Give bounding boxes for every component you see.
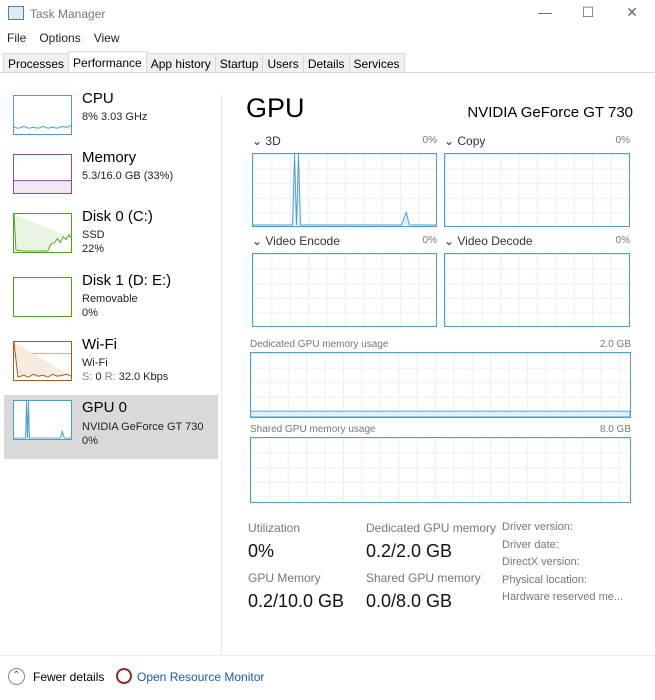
- receive-value: 32.0 Kbps: [118, 371, 169, 383]
- engine-label: Video Encode: [265, 234, 340, 248]
- gpu-memory-value: 0.2/10.0 GB: [248, 591, 345, 611]
- chevron-down-icon: ⌄: [444, 134, 458, 148]
- shared-memory-max: 8.0 GB: [599, 424, 631, 435]
- engine-copy-graph: [444, 153, 630, 227]
- physical-location-label: Physical location:: [502, 574, 587, 586]
- divider: [221, 95, 222, 655]
- dedicated-memory-graph: [250, 352, 631, 418]
- shared-memory-label: Shared GPU memory usage: [250, 424, 376, 435]
- divider: [0, 655, 655, 656]
- sidebar-item-gpu0[interactable]: GPU 0 NVIDIA GeForce GT 730 0%: [4, 395, 218, 459]
- sidebar-item-label: Wi-Fi: [82, 336, 117, 353]
- engine-video-decode-header[interactable]: ⌄ Video Decode 0%: [444, 234, 630, 248]
- dedicated-label: Dedicated GPU memory: [366, 521, 497, 535]
- sidebar-item-label: GPU 0: [82, 399, 128, 416]
- utilization-label: Utilization: [248, 521, 301, 535]
- engine-copy-header[interactable]: ⌄ Copy 0%: [444, 134, 630, 148]
- chevron-up-icon[interactable]: ⌃: [8, 668, 25, 685]
- sidebar-item-usage: 0%: [82, 307, 98, 319]
- task-manager-icon: [8, 6, 24, 20]
- sidebar-item-model: NVIDIA GeForce GT 730: [82, 421, 204, 433]
- engine-video-decode-graph: [444, 253, 630, 327]
- disk1-thumbnail-graph: [13, 277, 72, 317]
- open-resource-monitor-link[interactable]: Open Resource Monitor: [137, 670, 264, 684]
- sidebar-item-cpu[interactable]: CPU 8% 3.03 GHz: [4, 90, 218, 154]
- engine-pct: 0%: [422, 135, 437, 146]
- gpu-thumbnail-graph: [13, 400, 72, 440]
- sidebar-item-adapter: Wi-Fi: [82, 357, 108, 369]
- sidebar-item-disk1[interactable]: Disk 1 (D: E:) Removable 0%: [4, 272, 218, 336]
- menu-options[interactable]: Options: [39, 31, 80, 45]
- engine-video-encode-graph: [252, 253, 437, 327]
- sidebar-item-throughput: S: 0 R: 32.0 Kbps: [82, 371, 168, 383]
- sidebar-item-usage: 0%: [82, 435, 98, 447]
- wifi-thumbnail-graph: [13, 341, 72, 381]
- sidebar-item-type: SSD: [82, 229, 105, 241]
- engine-pct: 0%: [615, 235, 630, 246]
- menu-view[interactable]: View: [94, 31, 120, 45]
- hardware-reserved-label: Hardware reserved me...: [502, 591, 624, 603]
- sidebar-item-label: Memory: [82, 149, 137, 166]
- sidebar-item-disk0[interactable]: Disk 0 (C:) SSD 22%: [4, 208, 218, 272]
- sidebar-item-label: Disk 0 (C:): [82, 208, 153, 225]
- sidebar-item-detail: 8% 3.03 GHz: [82, 111, 148, 123]
- divider: [0, 72, 655, 73]
- directx-version-label: DirectX version:: [502, 556, 580, 568]
- sidebar-item-usage: 22%: [82, 243, 105, 255]
- sidebar-item-memory[interactable]: Memory 5.3/16.0 GB (33%): [4, 149, 218, 213]
- tab-performance[interactable]: Performance: [68, 51, 147, 73]
- dedicated-value: 0.2/2.0 GB: [366, 541, 453, 561]
- sidebar-item-type: Removable: [82, 293, 138, 305]
- tab-details[interactable]: Details: [302, 53, 350, 73]
- engine-pct: 0%: [615, 135, 630, 146]
- resource-monitor-icon: [116, 668, 132, 684]
- dedicated-memory-max: 2.0 GB: [599, 339, 631, 350]
- title-bar: Task Manager — ☐ ✕: [0, 0, 655, 28]
- sidebar-item-label: CPU: [82, 90, 114, 107]
- menu-file[interactable]: File: [7, 31, 26, 45]
- dedicated-memory-label: Dedicated GPU memory usage: [250, 339, 389, 350]
- utilization-value: 0%: [248, 541, 275, 561]
- engine-3d-graph: [252, 153, 437, 227]
- tab-processes[interactable]: Processes: [3, 53, 70, 73]
- engine-label: Copy: [457, 134, 486, 148]
- sidebar-item-label: Disk 1 (D: E:): [82, 272, 172, 289]
- send-label: S:: [82, 371, 93, 383]
- shared-value: 0.0/8.0 GB: [366, 591, 453, 611]
- receive-label: R:: [104, 371, 116, 383]
- engine-pct: 0%: [422, 235, 437, 246]
- chevron-down-icon: ⌄: [444, 234, 458, 248]
- disk0-thumbnail-graph: [13, 213, 72, 253]
- engine-3d-header[interactable]: ⌄ 3D 0%: [252, 134, 437, 148]
- driver-version-label: Driver version:: [502, 521, 573, 533]
- engine-label: Video Decode: [457, 234, 533, 248]
- shared-label: Shared GPU memory: [366, 571, 481, 585]
- engine-video-encode-header[interactable]: ⌄ Video Encode 0%: [252, 234, 437, 248]
- shared-memory-graph: [250, 437, 631, 503]
- gpu-model: NVIDIA GeForce GT 730: [467, 104, 633, 121]
- chevron-down-icon: ⌄: [252, 134, 266, 148]
- chevron-down-icon: ⌄: [252, 234, 266, 248]
- sidebar-item-detail: 5.3/16.0 GB (33%): [82, 170, 174, 182]
- tab-bar: Processes Performance App history Startu…: [3, 51, 405, 73]
- cpu-thumbnail-graph: [13, 95, 72, 135]
- minimize-button[interactable]: —: [525, 4, 565, 24]
- sidebar-item-wifi[interactable]: Wi-Fi Wi-Fi S: 0 R: 32.0 Kbps: [4, 336, 218, 400]
- engine-label: 3D: [265, 134, 281, 148]
- close-button[interactable]: ✕: [612, 4, 652, 24]
- page-title: GPU: [246, 93, 305, 123]
- window-title: Task Manager: [30, 7, 106, 21]
- tab-users[interactable]: Users: [262, 53, 304, 73]
- fewer-details-button[interactable]: Fewer details: [33, 670, 104, 684]
- maximize-button[interactable]: ☐: [568, 4, 608, 24]
- tab-app-history[interactable]: App history: [145, 53, 216, 73]
- tab-startup[interactable]: Startup: [214, 53, 264, 73]
- send-value: 0: [95, 371, 102, 383]
- tab-services[interactable]: Services: [348, 53, 405, 73]
- menu-bar: File Options View: [0, 31, 126, 49]
- gpu-memory-label: GPU Memory: [248, 571, 321, 585]
- driver-date-label: Driver date:: [502, 539, 559, 551]
- memory-thumbnail-graph: [13, 154, 72, 194]
